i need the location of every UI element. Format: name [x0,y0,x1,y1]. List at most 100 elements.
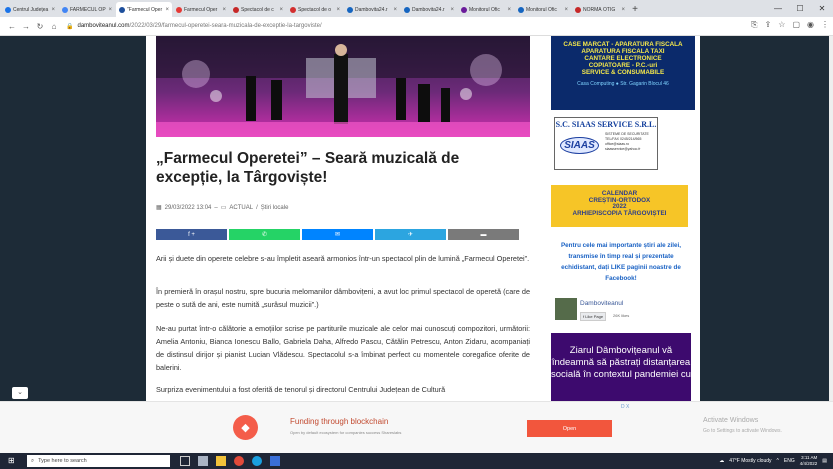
browser-tab[interactable]: "Farmecul Oper × [116,2,172,17]
tab-favicon-icon [5,6,11,13]
tab-label: Monitorul Ofic [469,6,500,13]
tab-close-icon[interactable]: × [393,7,397,13]
url-path: /2022/03/29/farmecul-operetei-seara-muzi… [129,23,322,29]
tab-favicon-icon [290,6,296,13]
search-icon: ⌕ [31,457,35,464]
tab-close-icon[interactable]: × [108,7,112,13]
tab-label: Dambovita24.r [355,6,388,13]
article-meta: ▦ 29/03/2022 13:04 – ▭ ACTUAL / Știri lo… [156,204,289,212]
tray-chevron-icon[interactable]: ^ [777,458,779,464]
browser-tab[interactable]: Centrul Județea × [2,2,58,17]
notifications-icon[interactable]: ▤ [822,458,827,464]
close-window-icon[interactable]: ✕ [811,0,833,17]
maximize-icon[interactable]: ☐ [789,0,811,17]
ad-choices-icon[interactable]: D X [621,404,629,410]
browser-tab[interactable]: FARMECUL OPE × [59,2,115,17]
back-arrow-icon[interactable]: ← [6,22,18,31]
browser-tab[interactable]: Spectacol de c × [230,2,286,17]
reload-icon[interactable]: ↻ [34,22,46,31]
category-link[interactable]: ACTUAL [229,205,253,211]
like-page-button[interactable]: f Like Page [580,312,607,321]
facebook-page-thumbnail[interactable] [555,298,577,320]
taskbar-search-box[interactable]: ⌕ Type here to search [27,455,170,467]
siaas-title: S.C. SIAAS SERVICE S.R.L. [555,120,657,129]
tab-close-icon[interactable]: × [450,7,454,13]
url-host: damboviteanul.com [77,23,130,29]
home-icon[interactable]: ⌂ [48,22,60,31]
facebook-icon: f [583,314,585,319]
weather-text[interactable]: 47°F Mostly cloudy [729,458,771,464]
tab-close-icon[interactable]: × [222,7,226,13]
profile-icon[interactable]: ◉ [807,20,814,30]
share-button[interactable]: f + [156,229,227,240]
activate-windows-title: Activate Windows [703,417,759,424]
siaas-ad[interactable]: S.C. SIAAS SERVICE S.R.L. SIAAS SISTEME … [554,117,658,170]
extensions-icon[interactable]: ▢ [792,20,800,30]
tab-favicon-icon [176,6,182,13]
task-view-icon[interactable] [180,456,190,466]
new-tab-icon[interactable]: + [629,2,641,17]
url-field[interactable]: 🔒 damboviteanul.com /2022/03/29/farmecul… [66,20,586,33]
browser-tab[interactable]: Dambovita24.r × [344,2,400,17]
article-paragraph: Surpriza evenimentului a fost oferită de… [156,385,446,394]
concert-photo [156,36,530,137]
browser-tab[interactable]: NORMĂ OTIG × [572,2,628,17]
category-slash: / [256,204,258,211]
tab-favicon-icon [518,6,524,13]
browser-tab[interactable]: Dambovita24.r × [401,2,457,17]
star-icon[interactable]: ☆ [778,20,785,30]
browser-tab[interactable]: Spectacol de o × [287,2,343,17]
tab-close-icon[interactable]: × [621,7,625,13]
browser-tab[interactable]: Monitorul Ofic × [458,2,514,17]
share-button[interactable]: ✈ [375,229,446,240]
photos-icon[interactable] [270,456,280,466]
article-date: 29/03/2022 13:04 [164,204,212,211]
file-explorer-icon[interactable] [216,456,226,466]
ad-open-button[interactable]: Open [527,420,612,437]
tab-close-icon[interactable]: × [51,7,55,13]
menu-icon[interactable]: ⋮ [821,20,829,30]
system-tray: ☁ 47°F Mostly cloudy ^ ENG 3:11 AM 4/4/2… [719,455,827,467]
tab-close-icon[interactable]: × [507,7,511,13]
facebook-page-box: Damboviteanul f Like Page 26K likes [555,298,695,328]
clock[interactable]: 3:11 AM 4/4/2022 [800,455,818,467]
collapse-chevron-icon[interactable]: ⌄ [12,387,28,399]
share-icon[interactable]: ⇪ [765,20,772,30]
tab-close-icon[interactable]: × [336,7,340,13]
case-marcat-ad[interactable]: CASE MARCAT - APARATURA FISCALA APARATURA… [551,36,695,110]
tab-favicon-icon [119,6,125,13]
window-controls: — ☐ ✕ [767,0,833,17]
subcategory-link[interactable]: Știri locale [261,205,289,211]
article-paragraph: Ne-au purtat într-o călătorie a emoțiilo… [156,324,530,372]
calendar-line: ARHIEPISCOPIA TÂRGOVIȘTEI [572,209,667,217]
widgets-icon[interactable] [198,456,208,466]
facebook-promo-text: Pentru cele mai importante știri ale zil… [560,242,682,282]
scrollbar[interactable] [829,36,833,401]
screen: Centrul Județea × FARMECUL OPE × "Farmecul O… [0,0,833,469]
tab-close-icon[interactable]: × [279,7,283,13]
tab-label: Spectacol de c [241,6,274,13]
tab-close-icon[interactable]: × [564,7,568,13]
minimize-icon[interactable]: — [767,0,789,17]
chrome-icon[interactable] [234,456,244,466]
case-marcat-address: Casa Computing ● Str. Gagarin Blocul 46 [577,81,669,87]
share-button[interactable]: ✉ [302,229,373,240]
tab-favicon-icon [404,6,410,13]
share-button[interactable]: ▬ [448,229,519,240]
browser-tab[interactable]: Monitorul Ofic × [515,2,571,17]
meta-separator: – [214,204,218,211]
browser-tab[interactable]: Farmecul Oper × [173,2,229,17]
translate-icon[interactable]: ⎘ [751,20,757,30]
tab-close-icon[interactable]: × [165,7,169,13]
facebook-page-name[interactable]: Damboviteanul [580,300,623,307]
language-indicator[interactable]: ENG [784,458,795,464]
calendar-banner[interactable]: CALENDAR CREȘTIN-ORTODOX 2022 ARHIEPISCOPIA… [551,185,688,227]
case-marcat-line: CANTARE ELECTRONICE [584,55,662,62]
forward-arrow-icon[interactable]: → [20,22,32,31]
share-button[interactable]: ✆ [229,229,300,240]
edge-icon[interactable] [252,456,262,466]
windows-start-icon[interactable]: ⊞ [8,456,17,465]
siaas-logo: SIAAS [560,137,599,154]
tab-favicon-icon [461,6,467,13]
ad-headline[interactable]: Funding through blockchain [290,417,388,426]
